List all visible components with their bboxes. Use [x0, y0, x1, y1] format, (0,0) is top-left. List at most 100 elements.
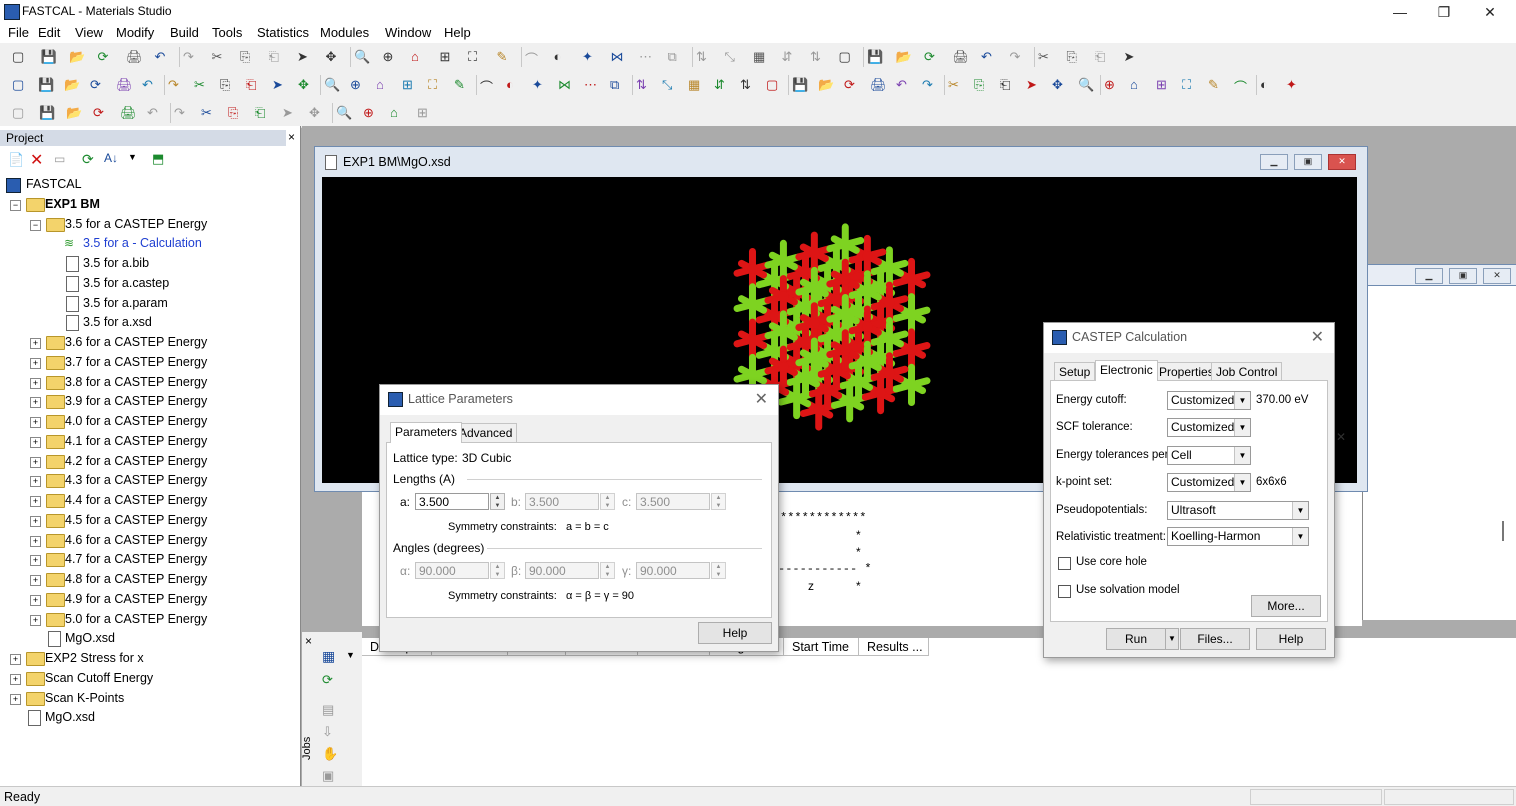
grid-icon[interactable]: ⧉ — [668, 49, 684, 65]
bond-tool-icon[interactable]: ⎘ — [228, 105, 244, 121]
chevron-down-icon[interactable]: ▼ — [346, 650, 355, 660]
cell-icon[interactable]: ➤ — [282, 105, 298, 121]
expand-icon[interactable]: + — [30, 397, 41, 409]
atom-tool-icon[interactable]: ⎗ — [255, 105, 271, 121]
sorption-icon[interactable]: ⇵ — [714, 77, 730, 93]
magnesium-atom[interactable] — [840, 310, 851, 321]
castep-icon[interactable]: ⋈ — [558, 77, 574, 93]
oxygen-atom[interactable] — [809, 318, 820, 329]
close-button[interactable]: ✕ — [1468, 2, 1512, 22]
restore-icon[interactable]: ▣ — [1449, 268, 1477, 284]
minimize-button[interactable]: — — [1378, 2, 1422, 22]
oxygen-atom[interactable] — [747, 264, 758, 275]
job-download-icon[interactable]: ⇩ — [322, 724, 333, 740]
copy-icon[interactable]: ⎘ — [1067, 49, 1083, 65]
expand-icon[interactable]: + — [30, 575, 41, 586]
polymorph-icon[interactable]: ⎗ — [1000, 77, 1016, 93]
menu-file[interactable]: File — [8, 25, 29, 40]
expand-icon[interactable]: + — [10, 654, 21, 665]
cut-icon[interactable]: ✂ — [1038, 49, 1054, 65]
sorption-icon[interactable]: ✂ — [194, 77, 210, 93]
oxygen-atom[interactable] — [747, 334, 758, 345]
vamp-icon[interactable]: ⛶ — [1182, 77, 1198, 93]
vamp-icon[interactable]: ↶ — [142, 77, 158, 93]
expand-icon[interactable]: + — [10, 673, 21, 685]
a-spinner[interactable]: ▲ ▼ — [490, 493, 505, 510]
expand-icon[interactable]: + — [30, 614, 41, 626]
close-icon[interactable]: ✕ — [755, 389, 768, 409]
oxygen-atom[interactable] — [884, 368, 895, 379]
expand-icon[interactable]: + — [10, 693, 21, 705]
oxygen-atom[interactable] — [778, 361, 789, 372]
tab-parameters[interactable]: Parameters — [390, 422, 463, 443]
menu-help[interactable]: Help — [444, 25, 471, 40]
magnesium-atom[interactable] — [906, 379, 917, 390]
forcite-icon[interactable]: ✦ — [532, 77, 548, 93]
morphology-icon[interactable]: ✦ — [1286, 77, 1302, 93]
redo-icon[interactable]: ↷ — [1010, 49, 1026, 65]
magnesium-atom[interactable] — [831, 329, 842, 340]
magnesium-atom[interactable] — [862, 286, 873, 297]
b-spinner[interactable]: ▲ ▼ — [600, 493, 615, 510]
mesocite-icon[interactable]: ⊞ — [1156, 77, 1172, 93]
dmol-icon[interactable]: ⊕ — [1104, 77, 1120, 93]
refresh-icon[interactable]: ⟳ — [82, 151, 94, 168]
close-icon[interactable]: ✕ — [1328, 154, 1356, 170]
refresh-icon[interactable]: ⟳ — [98, 49, 114, 65]
gulp-icon[interactable]: ⧉ — [610, 77, 626, 93]
expand-icon[interactable]: + — [30, 496, 41, 507]
translate-icon[interactable]: ⊕ — [383, 49, 399, 65]
supercell-icon[interactable]: ↷ — [174, 105, 190, 121]
oxygen-atom[interactable] — [809, 247, 820, 258]
fit-icon[interactable]: ⊞ — [440, 49, 456, 65]
run-button[interactable]: Run — [1106, 628, 1166, 650]
cell-icon[interactable]: ⊞ — [417, 105, 433, 121]
beta-spinner[interactable]: ▲ ▼ — [600, 562, 615, 579]
redo-icon[interactable]: ↷ — [183, 49, 199, 65]
job-properties-icon[interactable]: ▤ — [322, 702, 334, 718]
c-length-input[interactable]: 3.500 — [636, 493, 710, 510]
gamma-angle-input[interactable]: 90.000 — [636, 562, 710, 579]
magnesium-atom[interactable] — [800, 302, 811, 313]
expand-icon[interactable]: + — [30, 377, 41, 389]
dmol-icon[interactable]: ⋯ — [584, 77, 600, 93]
move-icon[interactable]: ✥ — [326, 49, 342, 65]
oxygen-atom[interactable] — [778, 291, 789, 302]
sorption-icon[interactable]: ⎘ — [974, 77, 990, 93]
magnesium-atom[interactable] — [884, 262, 895, 273]
magnesium-atom[interactable] — [809, 353, 820, 364]
forcite-icon[interactable]: ▢ — [12, 77, 28, 93]
magnesium-atom[interactable] — [853, 376, 864, 387]
paste-icon[interactable]: ⎗ — [1095, 49, 1111, 65]
magnesium-atom[interactable] — [844, 396, 855, 407]
open-icon[interactable]: 📂 — [896, 49, 912, 65]
run-options-chevron-down-icon[interactable]: ▼ — [1165, 628, 1179, 650]
vamp-icon[interactable]: ↷ — [922, 77, 938, 93]
castep-icon[interactable]: 💾 — [38, 77, 54, 93]
scrollbar-thumb[interactable] — [1502, 521, 1504, 541]
alpha-angle-input[interactable]: 90.000 — [415, 562, 489, 579]
magnesium-atom[interactable] — [809, 283, 820, 294]
oxygen-atom[interactable] — [862, 321, 873, 332]
jobs-view-icon[interactable]: ▦ — [322, 648, 335, 665]
expand-icon[interactable]: + — [30, 456, 41, 468]
arc-icon[interactable]: ⌒ — [525, 49, 541, 67]
forcite-icon[interactable]: ➤ — [272, 77, 288, 93]
col-results[interactable]: Results ... — [859, 638, 929, 656]
reflex-icon[interactable]: ▦ — [688, 77, 704, 93]
magnesium-atom[interactable] — [840, 239, 851, 250]
polymorph-icon[interactable]: ⌒ — [480, 77, 496, 95]
beta-angle-input[interactable]: 90.000 — [525, 562, 599, 579]
magnesium-atom[interactable] — [778, 255, 789, 266]
properties-icon[interactable]: ▭ — [54, 152, 65, 166]
gulp-icon[interactable]: ⌂ — [1130, 77, 1146, 93]
expand-icon[interactable]: + — [30, 436, 41, 448]
dmol-icon[interactable]: 📂 — [64, 77, 80, 93]
kpoint-set-select[interactable]: Customized ▼ — [1167, 473, 1251, 492]
oxygen-atom[interactable] — [831, 365, 842, 376]
magnesium-atom[interactable] — [906, 309, 917, 320]
oxygen-atom[interactable] — [769, 310, 780, 321]
collapse-icon[interactable]: − — [10, 199, 21, 211]
reflex-icon[interactable]: ⛶ — [428, 77, 444, 93]
b-length-input[interactable]: 3.500 — [525, 493, 599, 510]
